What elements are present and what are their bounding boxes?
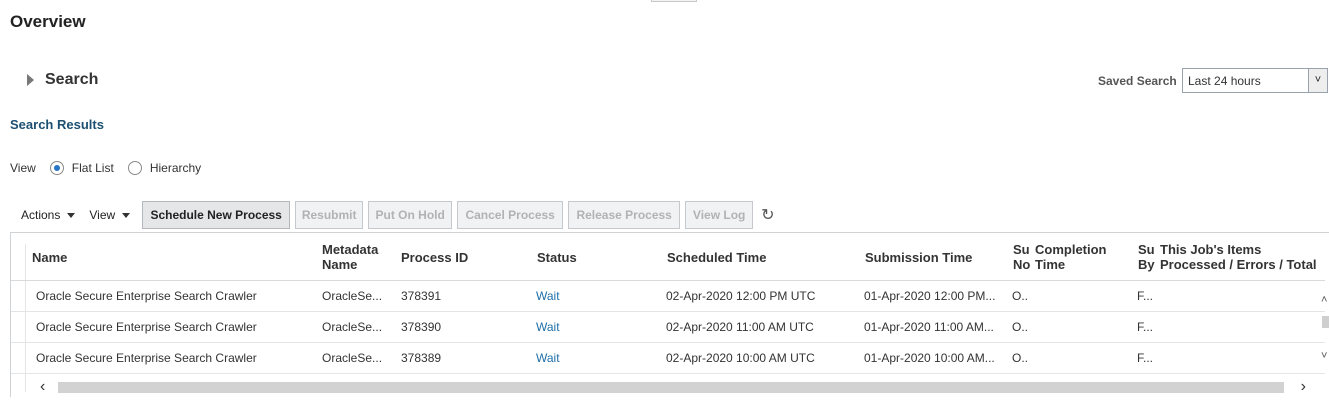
view-radio-group: View Flat List Hierarchy [10,161,201,175]
col-header-submission-time[interactable]: Submission Time [865,250,972,265]
header-divider [11,280,1325,281]
cell-submitted-by: F... [1137,289,1154,303]
chevron-down-icon[interactable]: ˅ [1308,69,1327,92]
col-header-su-line1: Su [1013,242,1030,257]
caret-down-icon [122,212,131,218]
scroll-down-icon[interactable]: ˅ [1321,350,1327,362]
cell-metadata-name: OracleSe... [322,289,383,303]
cell-name[interactable]: Oracle Secure Enterprise Search Crawler [36,320,257,334]
cell-submission-time: 01-Apr-2020 10:00 AM... [864,351,995,365]
cell-process-id: 378389 [401,351,442,365]
cell-process-id: 378390 [401,320,442,334]
col-header-scheduled-time[interactable]: Scheduled Time [667,250,766,265]
saved-search-value: Last 24 hours [1188,74,1261,88]
row-selector-column [25,244,26,392]
search-disclosure[interactable]: Search [27,71,98,89]
actions-menu[interactable]: Actions [21,208,76,222]
page-title: Overview [10,12,86,31]
cell-metadata-name: OracleSe... [322,320,383,334]
row-divider [11,342,1325,343]
cell-process-id: 378391 [401,289,442,303]
scroll-up-icon[interactable]: ˄ [1321,294,1327,306]
row-divider [11,373,1325,374]
cell-su: O.. [1012,351,1029,365]
search-label: Search [45,71,99,88]
cell-name[interactable]: Oracle Secure Enterprise Search Crawler [36,289,257,303]
cell-submitted-by: F... [1137,351,1154,365]
cell-su: O.. [1012,289,1029,303]
view-menu[interactable]: View [89,208,131,222]
cell-scheduled-time: 02-Apr-2020 11:00 AM UTC [666,320,814,334]
release-process-button[interactable]: Release Process [568,201,681,229]
scroll-right-icon[interactable]: › [1301,378,1306,396]
radio-hierarchy-label[interactable]: Hierarchy [150,161,201,175]
col-header-metadata-line1: Metadata [322,242,379,257]
cell-metadata-name: OracleSe... [322,351,383,365]
refresh-icon[interactable]: ↻ [761,205,774,225]
col-header-completion-line1: Completion [1035,242,1107,257]
search-results-title: Search Results [10,117,104,132]
view-log-button[interactable]: View Log [685,201,754,229]
disclosure-triangle-icon [27,74,34,86]
col-header-completion-line2: Time [1035,257,1066,272]
col-header-process-id[interactable]: Process ID [401,250,468,265]
col-header-job-items[interactable]: This Job's Items Processed / Errors / To… [1160,242,1317,272]
view-menu-label: View [89,208,116,222]
cell-scheduled-time: 02-Apr-2020 10:00 AM UTC [666,351,815,365]
cancel-process-button[interactable]: Cancel Process [457,201,564,229]
saved-search-select[interactable]: Last 24 hours ˅ [1182,68,1328,93]
col-header-status[interactable]: Status [537,250,577,265]
col-header-items-line2: Processed / Errors / Total [1160,257,1317,272]
horizontal-scrollbar-thumb[interactable] [58,382,1284,393]
cell-status-link[interactable]: Wait [536,351,560,365]
col-header-name[interactable]: Name [32,250,67,265]
view-label: View [10,161,36,175]
row-divider [11,311,1325,312]
saved-search-label: Saved Search [1098,74,1177,88]
cell-submitted-by: F... [1137,320,1154,334]
col-header-items-line1: This Job's Items [1160,242,1262,257]
top-tab-handle[interactable] [651,0,697,2]
cell-name[interactable]: Oracle Secure Enterprise Search Crawler [36,351,257,365]
col-header-sub-line1: Su [1138,242,1155,257]
col-header-submitted-by[interactable]: Su By [1138,242,1155,272]
cell-submission-time: 01-Apr-2020 11:00 AM... [864,320,994,334]
cell-status-link[interactable]: Wait [536,289,560,303]
col-header-sub-line2: By [1138,257,1155,272]
put-on-hold-button[interactable]: Put On Hold [368,201,453,229]
scroll-left-icon[interactable]: ‹ [40,378,45,396]
actions-menu-label: Actions [21,208,61,222]
cell-scheduled-time: 02-Apr-2020 12:00 PM UTC [666,289,816,303]
col-header-submission-notes[interactable]: Su No [1013,242,1030,272]
resubmit-button[interactable]: Resubmit [295,201,364,229]
toolbar: Actions View Schedule New Process Resubm… [10,201,775,229]
col-header-completion-time[interactable]: Completion Time [1035,242,1107,272]
vertical-scrollbar-thumb[interactable] [1322,316,1329,328]
caret-down-icon [67,212,76,218]
cell-status-link[interactable]: Wait [536,320,560,334]
col-header-metadata[interactable]: Metadata Name [322,242,378,272]
cell-su: O.. [1012,320,1029,334]
col-header-metadata-line2: Name [322,257,358,272]
radio-flat-list-label[interactable]: Flat List [72,161,114,175]
results-table: Name Metadata Name Process ID Status Sch… [10,232,1329,397]
schedule-new-process-button[interactable]: Schedule New Process [142,201,291,229]
col-header-su-line2: No [1013,257,1031,272]
horizontal-scrollbar[interactable]: ‹ › [34,378,1316,397]
radio-flat-list[interactable] [49,161,64,175]
radio-hierarchy[interactable] [127,161,142,175]
cell-submission-time: 01-Apr-2020 12:00 PM... [864,289,996,303]
